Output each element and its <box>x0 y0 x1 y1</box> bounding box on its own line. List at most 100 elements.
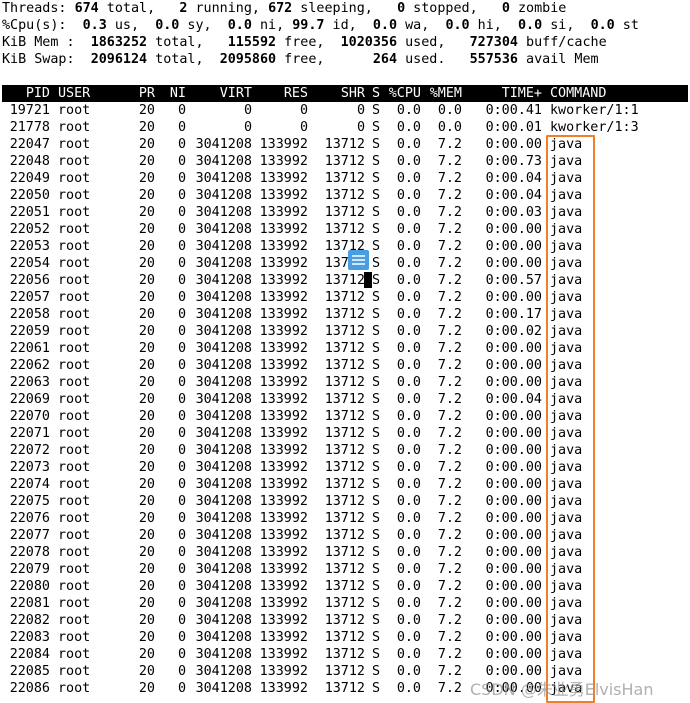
cell-pid: 22086 <box>9 681 50 696</box>
cell-time: 0:00.03 <box>485 205 542 220</box>
cell-virt: 3041208 <box>195 630 252 645</box>
cell-time: 0:00.00 <box>485 545 542 560</box>
cell-shr: 13712 <box>324 324 365 339</box>
cell-shr: 13712 <box>324 562 365 577</box>
cell-user: root <box>58 511 91 526</box>
cell-time: 0:00.00 <box>485 528 542 543</box>
note-icon[interactable] <box>348 250 369 270</box>
cell-res: 133992 <box>259 392 308 407</box>
cell-res: 133992 <box>259 562 308 577</box>
cell-pid: 22061 <box>9 341 50 356</box>
cell-s: S <box>372 324 381 339</box>
cell-time: 0:00.00 <box>485 511 542 526</box>
cell-pid: 22076 <box>9 511 50 526</box>
cell-s: S <box>372 375 381 390</box>
column-header-s[interactable]: S <box>372 85 380 102</box>
summary-label: us, <box>106 18 156 33</box>
table-row[interactable]: 19721 root 20 0 0 0 0 S 0.0 0.0 0:00.41 kworker/1:1 <box>2 102 688 119</box>
cell-ni: 0 <box>177 239 186 254</box>
cell-ni: 0 <box>177 477 186 492</box>
cell-ni: 0 <box>177 579 186 594</box>
cell-time: 0:00.00 <box>485 290 542 305</box>
table-row[interactable]: 21778 root 20 0 0 0 0 S 0.0 0.0 0:00.01 kworker/1:3 <box>2 119 688 136</box>
cell-mem: 7.2 <box>437 664 462 679</box>
cell-shr: 13712 <box>324 630 365 645</box>
cell-virt: 3041208 <box>195 188 252 203</box>
cell-res: 133992 <box>259 596 308 611</box>
summary-value: 0.3 <box>82 18 107 33</box>
cell-virt: 3041208 <box>195 528 252 543</box>
summary-value: 0.0 <box>445 18 470 33</box>
cell-ni: 0 <box>177 341 186 356</box>
summary-label: %Cpu(s): <box>2 18 83 33</box>
cell-time: 0:00.00 <box>485 239 542 254</box>
cell-user: root <box>58 460 91 475</box>
cell-user: root <box>58 596 91 611</box>
cell-virt: 0 <box>243 120 252 135</box>
column-header-cmd[interactable]: COMMAND <box>550 85 606 102</box>
cell-cpu: 0.0 <box>396 443 421 458</box>
cell-pr: 20 <box>138 307 155 322</box>
cell-user: root <box>58 562 91 577</box>
summary-label: id, <box>324 18 373 33</box>
cell-shr: 13712 <box>324 494 365 509</box>
cell-virt: 3041208 <box>195 477 252 492</box>
cell-time: 0:00.00 <box>485 647 542 662</box>
column-header-ni[interactable]: NI <box>162 85 186 102</box>
cell-pid: 22058 <box>9 307 50 322</box>
column-header-shr[interactable]: SHR <box>312 85 365 102</box>
cell-shr: 13712 <box>324 273 365 288</box>
cell-user: root <box>58 409 91 424</box>
cell-virt: 3041208 <box>195 324 252 339</box>
cell-s: S <box>372 409 381 424</box>
cell-user: root <box>58 426 91 441</box>
cell-res: 133992 <box>259 256 308 271</box>
column-header-mem[interactable]: %MEM <box>428 85 462 102</box>
cell-virt: 3041208 <box>195 273 252 288</box>
cell-pid: 19721 <box>9 103 50 118</box>
cell-pr: 20 <box>138 409 155 424</box>
cell-virt: 3041208 <box>195 511 252 526</box>
cell-mem: 7.2 <box>437 358 462 373</box>
column-header-virt[interactable]: VIRT <box>188 85 252 102</box>
summary-label: si, <box>542 18 591 33</box>
cell-pid: 22083 <box>9 630 50 645</box>
cell-shr: 13712 <box>324 409 365 424</box>
column-header-time[interactable]: TIME+ <box>472 85 542 102</box>
column-header-res[interactable]: RES <box>252 85 308 102</box>
cell-s: S <box>372 579 381 594</box>
cell-pr: 20 <box>138 647 155 662</box>
cell-time: 0:00.00 <box>485 460 542 475</box>
cell-mem: 0.0 <box>437 103 462 118</box>
cell-s: S <box>372 426 381 441</box>
cell-res: 133992 <box>259 290 308 305</box>
cell-cpu: 0.0 <box>396 545 421 560</box>
cell-s: S <box>372 494 381 509</box>
cell-time: 0:00.00 <box>485 222 542 237</box>
cell-s: S <box>372 154 381 169</box>
cell-pid: 22052 <box>9 222 50 237</box>
column-header-pr[interactable]: PR <box>122 85 155 102</box>
column-header-cpu[interactable]: %CPU <box>387 85 421 102</box>
cell-time: 0:00.00 <box>485 579 542 594</box>
cell-s: S <box>372 443 381 458</box>
cell-s: S <box>372 307 381 322</box>
cell-user: root <box>58 188 91 203</box>
summary-label: sy, <box>179 18 228 33</box>
cell-virt: 3041208 <box>195 460 252 475</box>
cell-cpu: 0.0 <box>396 494 421 509</box>
column-header-user[interactable]: USER <box>58 85 90 102</box>
summary-label: avail Mem <box>518 52 599 67</box>
cell-virt: 3041208 <box>195 562 252 577</box>
cell-cpu: 0.0 <box>396 596 421 611</box>
cell-cpu: 0.0 <box>396 103 421 118</box>
cell-pr: 20 <box>138 596 155 611</box>
cell-pid: 22072 <box>9 443 50 458</box>
cell-pr: 20 <box>138 630 155 645</box>
summary-value: 1863252 <box>90 35 148 50</box>
cell-ni: 0 <box>177 154 186 169</box>
column-header-pid[interactable]: PID <box>2 85 50 102</box>
summary-label: stopped, <box>405 1 502 16</box>
cell-res: 133992 <box>259 664 308 679</box>
summary-value: 557536 <box>469 52 518 67</box>
